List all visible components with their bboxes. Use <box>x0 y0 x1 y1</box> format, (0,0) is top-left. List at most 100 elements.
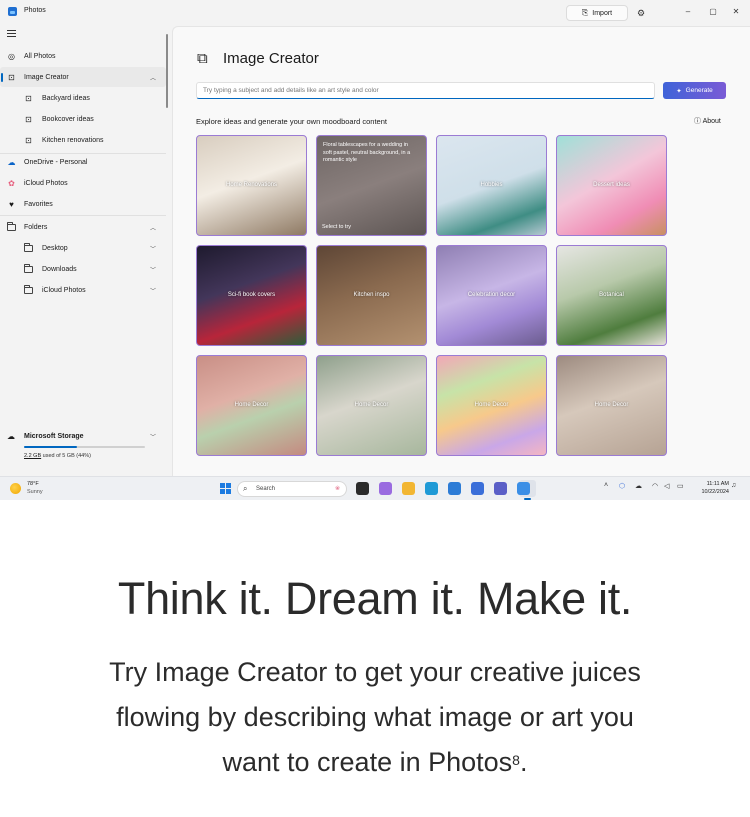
chevron-down-icon[interactable]: ﹀ <box>150 265 156 274</box>
clock-time[interactable]: 11:11 AM <box>703 481 729 487</box>
about-label: About <box>702 118 721 125</box>
page-title: Image Creator <box>223 50 319 67</box>
chevron-up-icon[interactable]: ˄ <box>604 482 608 489</box>
sidebar-item-onedrive[interactable]: ☁ OneDrive - Personal <box>0 152 166 172</box>
onedrive-icon: ☁ <box>7 157 16 167</box>
storage-panel[interactable]: ☁ Microsoft Storage ﹀ 2.2 GB used of 5 G… <box>0 426 166 476</box>
sidebar: ◎ All Photos ⊡ Image Creator ︿ ⊡ Backyar… <box>0 26 170 476</box>
close-button[interactable]: ✕ <box>729 5 743 19</box>
wifi-icon[interactable]: ◠ <box>652 482 658 490</box>
footnote-marker: 8 <box>512 752 520 768</box>
generate-button[interactable]: ✦ Generate <box>663 82 726 99</box>
sidebar-item-label: iCloud Photos <box>24 179 68 187</box>
folder-icon <box>24 263 33 274</box>
chevron-down-icon[interactable]: ﹀ <box>150 286 156 295</box>
active-indicator <box>1 73 3 82</box>
storage-progress-bar <box>24 446 145 448</box>
terminal-icon[interactable] <box>356 482 369 495</box>
select-to-try-label: Select to try <box>322 224 352 230</box>
sidebar-item-downloads[interactable]: Downloads ﹀ <box>0 259 166 279</box>
idea-tile[interactable]: Botanical <box>556 245 667 346</box>
idea-tile[interactable]: Floral tablescapes for a wedding in soft… <box>316 135 427 236</box>
onedrive-tray-icon[interactable]: ☁ <box>635 482 642 490</box>
sidebar-item-label: Favorites <box>24 200 53 208</box>
settings-gear-icon[interactable]: ⚙ <box>635 6 647 20</box>
sidebar-item-desktop[interactable]: Desktop ﹀ <box>0 238 166 258</box>
edge-icon[interactable] <box>425 482 438 495</box>
heart-icon: ♥ <box>9 199 14 209</box>
main-content: ⧉ Image Creator Try typing a subject and… <box>172 26 750 476</box>
sidebar-item-label: Bookcover ideas <box>42 115 94 123</box>
minimize-button[interactable]: – <box>681 5 695 19</box>
idea-tile[interactable]: Home Renovations <box>196 135 307 236</box>
sidebar-item-icloud-folder[interactable]: iCloud Photos ﹀ <box>0 280 166 300</box>
sidebar-scrollbar[interactable] <box>166 34 168 108</box>
weather-condition: Sunny <box>27 489 43 495</box>
chevron-up-icon[interactable]: ︿ <box>150 73 156 82</box>
idea-tile[interactable]: Celebration decor <box>436 245 547 346</box>
teams-icon[interactable] <box>494 482 507 495</box>
photos-app-icon[interactable] <box>517 482 530 495</box>
copilot-icon[interactable] <box>379 482 392 495</box>
sidebar-item-icloud-photos[interactable]: ✿ iCloud Photos <box>0 173 166 193</box>
file-explorer-icon[interactable] <box>402 482 415 495</box>
folder-icon <box>24 284 33 295</box>
idea-tile[interactable]: Hobbies <box>436 135 547 236</box>
idea-tile[interactable]: Home Decor <box>556 355 667 456</box>
tile-label: Home Decor <box>474 402 509 408</box>
sidebar-item-image-creator[interactable]: ⊡ Image Creator ︿ <box>0 67 166 87</box>
copilot-tray-icon[interactable]: ⬡ <box>619 482 625 490</box>
weather-temperature: 78°F <box>27 481 39 487</box>
taskbar-search-box[interactable]: ⌕ Search ❀ <box>237 481 347 497</box>
tile-label: Dessert ideas <box>593 182 630 188</box>
chevron-down-icon[interactable]: ﹀ <box>150 244 156 253</box>
sidebar-item-label: Desktop <box>42 244 68 252</box>
sidebar-item-label: OneDrive - Personal <box>24 158 88 166</box>
notification-bell-icon[interactable]: ♫ <box>731 482 736 489</box>
photos-icon: ◎ <box>8 51 15 61</box>
sidebar-item-all-photos[interactable]: ◎ All Photos <box>0 46 166 66</box>
search-highlight-icon: ❀ <box>334 486 340 492</box>
prompt-input[interactable]: Try typing a subject and add details lik… <box>196 82 655 99</box>
idea-tile[interactable]: Home Decor <box>436 355 547 456</box>
windows-start-icon[interactable] <box>220 483 231 494</box>
store-icon[interactable] <box>448 482 461 495</box>
tile-caption: Floral tablescapes for a wedding in soft… <box>323 142 411 163</box>
tile-label: Celebration decor <box>467 292 516 298</box>
sidebar-item-favorites[interactable]: ♥ Favorites <box>0 194 166 214</box>
chevron-up-icon[interactable]: ︿ <box>150 223 156 232</box>
idea-tile[interactable]: Home Decor <box>196 355 307 456</box>
idea-tile[interactable]: Sci-fi book covers <box>196 245 307 346</box>
idea-tile[interactable]: Dessert ideas <box>556 135 667 236</box>
sidebar-item-label: All Photos <box>24 52 56 60</box>
battery-icon[interactable]: ▭ <box>677 482 684 490</box>
sidebar-item-kitchen-renovations[interactable]: ⊡ Kitchen renovations <box>0 130 166 150</box>
storage-used-link[interactable]: 2.2 GB <box>24 453 41 459</box>
sidebar-item-label: Backyard ideas <box>42 94 90 102</box>
generate-label: Generate <box>685 87 713 94</box>
sidebar-item-label: Downloads <box>42 265 77 273</box>
idea-grid: Home Renovations Floral tablescapes for a… <box>196 135 668 456</box>
volume-icon[interactable]: ◁ <box>664 482 669 490</box>
maximize-button[interactable]: ▢ <box>706 5 720 19</box>
sun-icon[interactable] <box>10 483 21 494</box>
sidebar-divider <box>0 215 166 216</box>
sidebar-item-backyard-ideas[interactable]: ⊡ Backyard ideas <box>0 88 166 108</box>
tile-label: Home Decor <box>594 402 629 408</box>
sidebar-item-bookcover-ideas[interactable]: ⊡ Bookcover ideas <box>0 109 166 129</box>
sidebar-item-folders[interactable]: Folders ︿ <box>0 217 166 237</box>
chevron-down-icon[interactable]: ﹀ <box>150 432 156 441</box>
sidebar-item-label: Folders <box>24 223 48 231</box>
explore-heading: Explore ideas and generate your own mood… <box>196 117 387 126</box>
idea-tile[interactable]: Home Decor <box>316 355 427 456</box>
about-link[interactable]: ⓘ About <box>694 116 721 126</box>
image-icon: ⊡ <box>25 93 32 103</box>
idea-tile[interactable]: Kitchen inspo <box>316 245 427 346</box>
tile-label: Home Decor <box>234 402 269 408</box>
storage-usage-text: 2.2 GB used of 5 GB (44%) <box>24 453 91 459</box>
todo-icon[interactable] <box>471 482 484 495</box>
import-button[interactable]: ⎘ Import <box>566 5 628 21</box>
clock-date[interactable]: 10/22/2024 <box>694 489 729 495</box>
menu-toggle-icon[interactable] <box>7 30 16 38</box>
title-bar: Photos ⎘ Import ⚙ – ▢ ✕ <box>0 0 750 26</box>
